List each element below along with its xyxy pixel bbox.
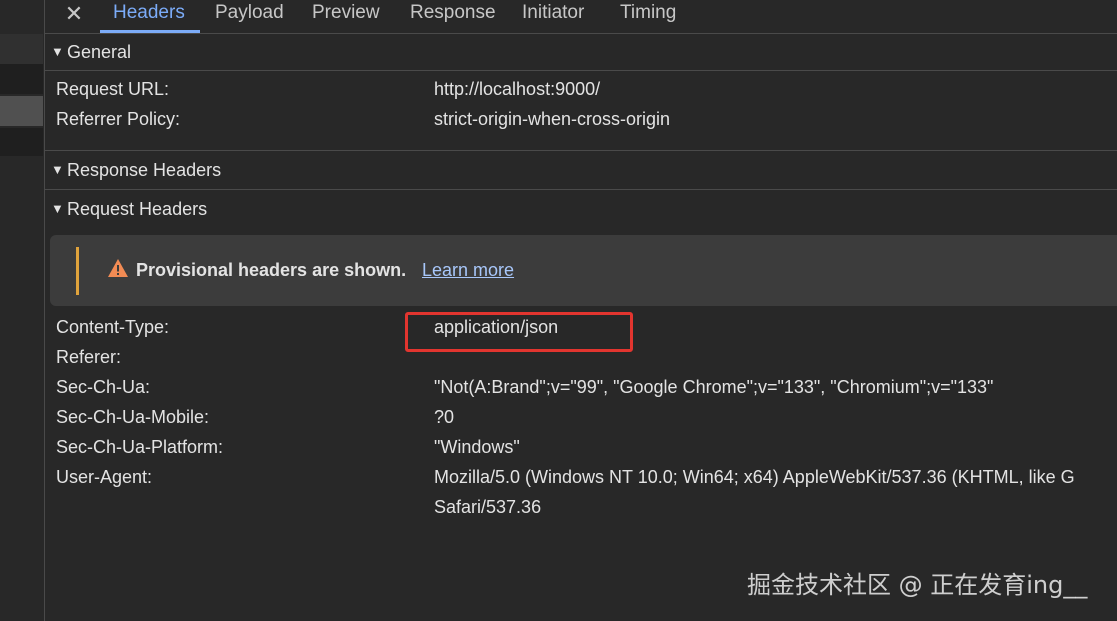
section-title: Request Headers [67, 199, 208, 219]
request-details-panel: ✕ Headers Payload Preview Response Initi… [45, 0, 1117, 621]
warning-triangle-icon [108, 259, 128, 277]
section-response-headers-header[interactable]: ▼ Response Headers [45, 151, 1117, 190]
learn-more-link[interactable]: Learn more [422, 255, 514, 285]
header-key: User-Agent: [56, 467, 153, 487]
tab-timing[interactable]: Timing [620, 0, 676, 32]
header-key: Request URL: [56, 79, 170, 99]
provisional-headers-warning: Provisional headers are shown. Learn mor… [50, 235, 1117, 306]
header-row: Sec-Ch-Ua: "Not(A:Brand";v="99", "Google… [45, 372, 1117, 402]
header-row: Request URL: http://localhost:9000/ [45, 74, 1117, 104]
header-row-continuation: Safari/537.36 [45, 492, 1117, 522]
header-key: Sec-Ch-Ua-Platform: [56, 437, 224, 457]
request-row-selected[interactable] [0, 96, 43, 126]
header-value[interactable]: "Not(A:Brand";v="99", "Google Chrome";v=… [434, 372, 993, 402]
header-key: Content-Type: [56, 317, 170, 337]
details-tab-bar: ✕ Headers Payload Preview Response Initi… [45, 0, 1117, 34]
header-row: User-Agent: Mozilla/5.0 (Windows NT 10.0… [45, 462, 1117, 492]
header-value[interactable]: Safari/537.36 [434, 492, 541, 522]
section-title: Response Headers [67, 160, 222, 180]
header-value[interactable]: "Windows" [434, 432, 520, 462]
request-row[interactable] [0, 64, 43, 94]
header-key: Referrer Policy: [56, 109, 181, 129]
section-general-header[interactable]: ▼ General [45, 34, 1117, 71]
header-row: Sec-Ch-Ua-Platform: "Windows" [45, 432, 1117, 462]
expand-triangle-icon: ▼ [51, 162, 64, 177]
expand-triangle-icon: ▼ [51, 44, 64, 59]
tab-preview[interactable]: Preview [312, 0, 380, 32]
header-value[interactable]: strict-origin-when-cross-origin [434, 104, 670, 134]
header-value[interactable]: Mozilla/5.0 (Windows NT 10.0; Win64; x64… [434, 462, 1075, 492]
watermark-text: 掘金技术社区 @ 正在发育ing__ [747, 571, 1088, 599]
devtools-root: ✕ Headers Payload Preview Response Initi… [0, 0, 1117, 621]
header-key: Referer: [56, 347, 122, 367]
header-value[interactable]: http://localhost:9000/ [434, 74, 600, 104]
header-value[interactable]: ?0 [434, 402, 454, 432]
request-row[interactable] [0, 128, 43, 156]
annotation-highlight-box [405, 312, 633, 352]
header-key: Sec-Ch-Ua: [56, 377, 151, 397]
header-row: Referrer Policy: strict-origin-when-cros… [45, 104, 1117, 134]
tab-response[interactable]: Response [410, 0, 496, 32]
expand-triangle-icon: ▼ [51, 201, 64, 216]
network-request-list[interactable] [0, 0, 45, 621]
header-row: Sec-Ch-Ua-Mobile: ?0 [45, 402, 1117, 432]
warning-accent-bar [76, 247, 79, 295]
warning-message: Provisional headers are shown. [136, 260, 407, 280]
tab-initiator[interactable]: Initiator [522, 0, 584, 32]
close-icon[interactable]: ✕ [63, 2, 85, 26]
tab-headers[interactable]: Headers [113, 0, 185, 32]
active-tab-indicator [100, 30, 200, 33]
header-key: Sec-Ch-Ua-Mobile: [56, 407, 210, 427]
section-request-headers-header[interactable]: ▼ Request Headers [45, 191, 1117, 227]
request-row[interactable] [0, 34, 43, 64]
tab-payload[interactable]: Payload [215, 0, 284, 32]
section-title: General [67, 42, 132, 62]
